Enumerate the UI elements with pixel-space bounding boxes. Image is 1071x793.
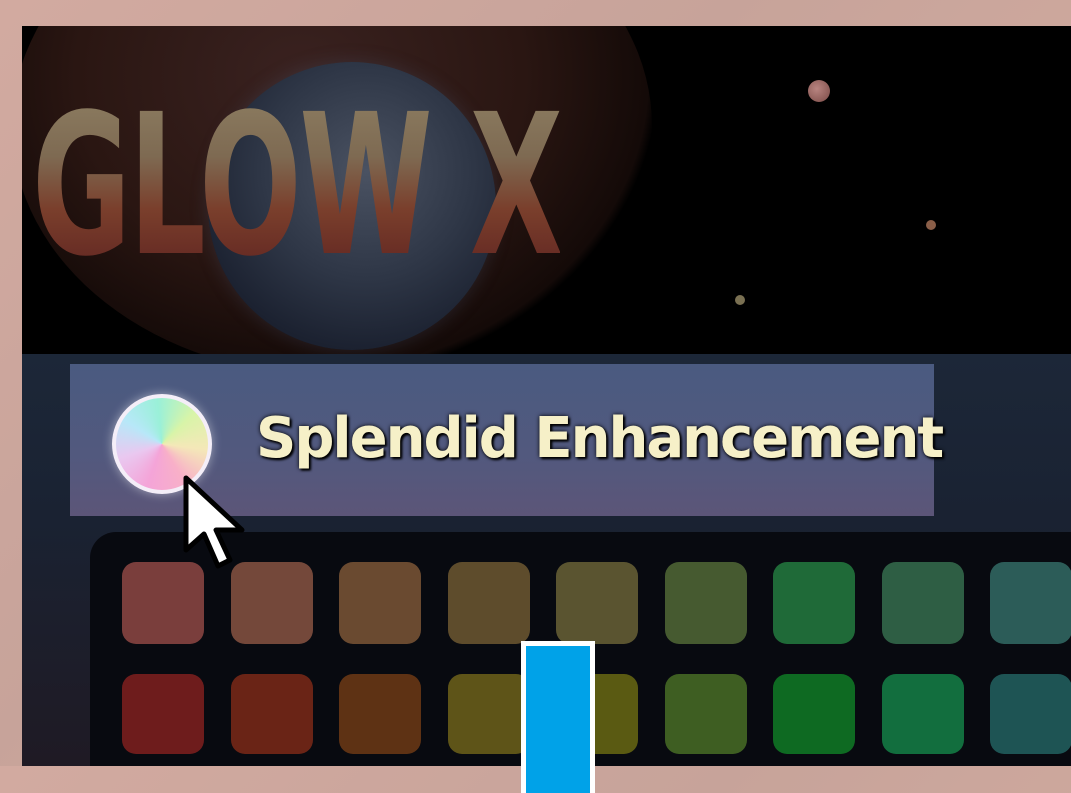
color-swatch[interactable] bbox=[122, 674, 204, 754]
header-banner: GLOW X bbox=[22, 26, 1071, 356]
profile-name: Splendid Enhancement bbox=[256, 406, 944, 471]
color-swatch[interactable] bbox=[665, 674, 747, 754]
color-swatch[interactable] bbox=[990, 674, 1071, 754]
color-swatch[interactable] bbox=[448, 674, 530, 754]
color-swatch[interactable] bbox=[231, 674, 313, 754]
color-swatch[interactable] bbox=[122, 562, 204, 644]
color-swatch[interactable] bbox=[990, 562, 1071, 644]
color-swatch[interactable] bbox=[556, 562, 638, 644]
color-swatch[interactable] bbox=[448, 562, 530, 644]
star-dot bbox=[808, 80, 830, 102]
color-swatch[interactable] bbox=[773, 674, 855, 754]
app-logo: GLOW X bbox=[32, 72, 563, 299]
color-swatch[interactable] bbox=[339, 562, 421, 644]
color-swatch[interactable] bbox=[231, 562, 313, 644]
star-dot bbox=[926, 220, 936, 230]
color-swatch[interactable] bbox=[882, 562, 964, 644]
star-dot bbox=[735, 295, 745, 305]
mouse-cursor-icon bbox=[183, 475, 245, 569]
selection-marker bbox=[521, 641, 595, 793]
color-swatch[interactable] bbox=[773, 562, 855, 644]
color-swatch[interactable] bbox=[665, 562, 747, 644]
color-swatch[interactable] bbox=[882, 674, 964, 754]
color-swatch[interactable] bbox=[339, 674, 421, 754]
